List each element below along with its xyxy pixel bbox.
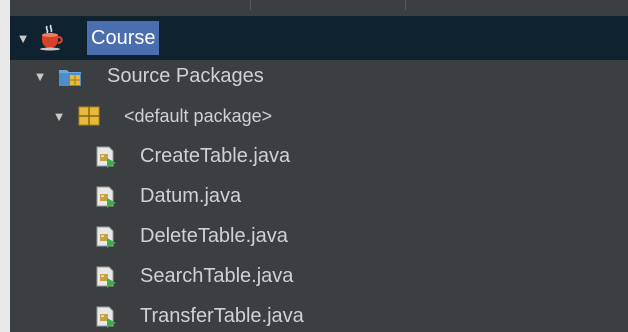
tree-node-label[interactable]: SearchTable.java — [140, 256, 293, 296]
java-file-icon — [94, 145, 118, 169]
expand-toggle-icon[interactable]: ▼ — [33, 56, 47, 96]
tree-node-label[interactable]: TransferTable.java — [140, 296, 304, 332]
projects-window: ▼ Course ▼ Source Packages ▼ <default pa… — [0, 0, 628, 332]
header-divider — [250, 0, 251, 10]
tree-node-file[interactable]: CreateTable.java — [10, 136, 628, 176]
project-tree[interactable]: ▼ Course ▼ Source Packages ▼ <default pa… — [10, 10, 628, 332]
header-divider — [405, 0, 406, 10]
java-file-icon — [94, 265, 118, 289]
java-file-icon — [94, 185, 118, 209]
source-packages-folder-icon — [57, 64, 83, 88]
window-edge — [0, 0, 10, 332]
tree-node-file[interactable]: SearchTable.java — [10, 256, 628, 296]
expand-toggle-icon[interactable]: ▼ — [16, 16, 30, 60]
java-file-icon — [94, 305, 118, 329]
java-project-cup-icon — [36, 22, 66, 52]
tree-node-file[interactable]: Datum.java — [10, 176, 628, 216]
tree-node-file[interactable]: TransferTable.java — [10, 296, 628, 332]
tree-node-source-packages[interactable]: ▼ Source Packages — [10, 56, 628, 96]
tree-node-label[interactable]: DeleteTable.java — [140, 216, 288, 256]
tree-node-course[interactable]: ▼ Course — [10, 16, 628, 60]
tree-node-label[interactable]: Source Packages — [107, 56, 264, 96]
header-strip — [10, 0, 628, 10]
tree-node-file[interactable]: DeleteTable.java — [10, 216, 628, 256]
tree-node-default-package[interactable]: ▼ <default package> — [10, 96, 628, 136]
expand-toggle-icon[interactable]: ▼ — [52, 96, 66, 136]
tree-node-label[interactable]: <default package> — [124, 96, 272, 136]
java-file-icon — [94, 225, 118, 249]
tree-node-label[interactable]: CreateTable.java — [140, 136, 290, 176]
tree-node-label[interactable]: Datum.java — [140, 176, 241, 216]
package-icon — [77, 105, 101, 127]
tree-node-label[interactable]: Course — [87, 21, 160, 55]
